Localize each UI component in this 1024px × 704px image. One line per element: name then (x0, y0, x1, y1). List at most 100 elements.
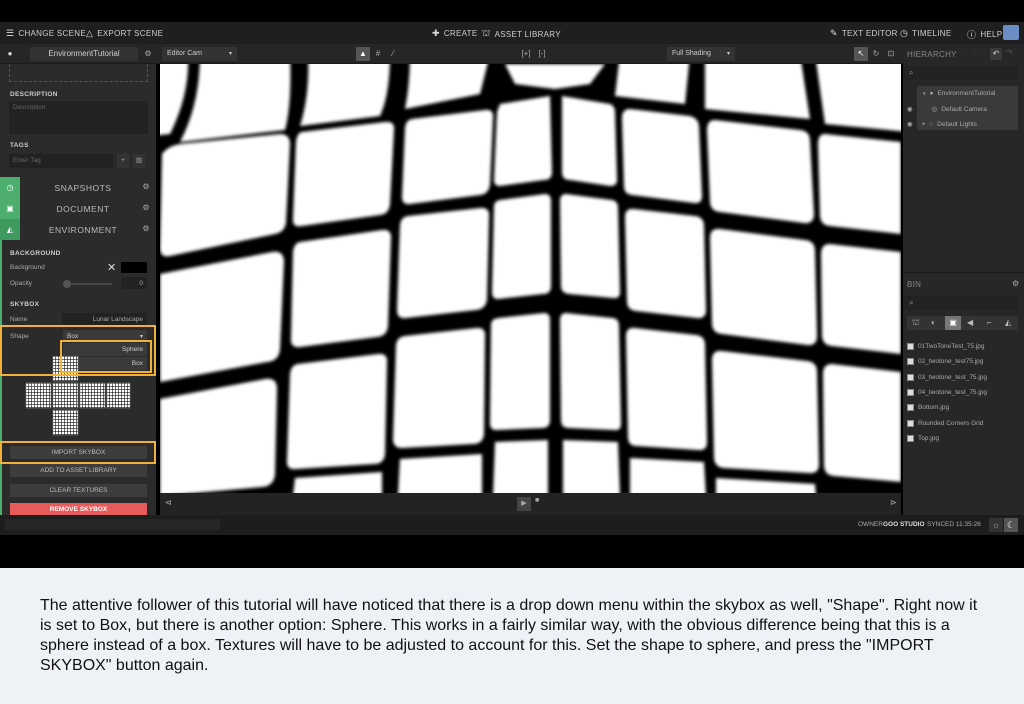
help-icon: ⓘ (967, 30, 977, 40)
rounded-tile (398, 454, 482, 493)
caption-area: The attentive follower of this tutorial … (0, 568, 1024, 704)
skybox-name-input[interactable]: Lunar Landscape (62, 313, 147, 325)
scene-name-field[interactable]: EnvironmentTutorial (30, 47, 138, 61)
bin-file[interactable]: Rounded Corners Grid (907, 420, 983, 427)
hierarchy-search[interactable]: ⌕ (903, 66, 1018, 80)
create-button[interactable]: ✚ CREATE (432, 28, 478, 39)
eye-icon: ◉ (907, 121, 913, 128)
environment-icon[interactable]: ◭ (0, 219, 20, 240)
camera-select[interactable]: Editor Cam ▾ (162, 47, 237, 61)
rounded-tile (823, 364, 901, 482)
texture-filter-icon[interactable]: ▣ (945, 316, 961, 330)
section-environment[interactable]: ENVIRONMENT ⚙ (0, 219, 156, 240)
light-theme-icon[interactable]: ☼ (989, 518, 1003, 532)
rounded-tile (397, 207, 490, 319)
add-to-asset-library-button[interactable]: ADD TO ASSET LIBRARY (10, 464, 147, 477)
rotate-tool-icon[interactable]: ↻ (869, 47, 883, 61)
text-editor-button[interactable]: ✎ TEXT EDITOR (830, 28, 898, 39)
delete-tag-trash-icon[interactable]: ▥ (133, 154, 145, 168)
section-document[interactable]: DOCUMENT ⚙ (0, 198, 156, 219)
bin-settings-gear-icon[interactable]: ⚙ (1012, 279, 1019, 288)
bin-file[interactable]: 03_twotone_test_75.jpg (907, 374, 987, 381)
rounded-tile (286, 353, 388, 470)
gear-icon[interactable]: ⚙ (142, 224, 150, 233)
hierarchy-actions-icon[interactable]: ◌◌◌ (963, 48, 993, 55)
environment-icon[interactable]: ◭ (1005, 318, 1011, 327)
3d-viewport[interactable] (160, 64, 901, 493)
dark-theme-moon-icon[interactable]: ☾ (1004, 518, 1018, 532)
script-icon[interactable]: ⌐ (987, 318, 992, 327)
section-snapshots[interactable]: SNAPSHOTS ⚙ (0, 177, 156, 198)
dropdown-highlight-box (60, 340, 152, 373)
rounded-tile (626, 327, 707, 451)
skybox-label: SKYBOX (10, 301, 40, 308)
bin-file[interactable]: 02_twotone_test75.jpg (907, 358, 983, 365)
opacity-value-input[interactable]: 0 (121, 277, 147, 289)
image-icon[interactable]: ▲ (356, 47, 370, 61)
document-icon[interactable]: ▣ (0, 198, 20, 219)
rounded-tile (492, 194, 551, 299)
undo-icon[interactable]: ↶ (990, 48, 1002, 60)
asset-library-button[interactable]: ⛫ ASSET LIBRARY (482, 28, 561, 40)
change-scene-button[interactable]: ☰ CHANGE SCENE (6, 28, 86, 39)
timeline-button[interactable]: ◷ TIMELINE (900, 28, 951, 39)
skybox-render (160, 64, 901, 493)
scale-tool-icon[interactable]: ⊡ (884, 47, 898, 61)
bin-file[interactable]: Bottom.jpg (907, 404, 949, 411)
tutorial-caption: The attentive follower of this tutorial … (40, 597, 978, 674)
top-menu-bar: ☰ CHANGE SCENE △ EXPORT SCENE ✚ CREATE ⛫… (0, 22, 1024, 44)
add-tag-plus-icon[interactable]: + (117, 154, 129, 168)
chevron-down-icon: ▾ (228, 51, 232, 57)
scene-settings-gear-icon[interactable]: ⚙ (141, 47, 155, 61)
bin-search[interactable]: ⌕ (903, 296, 1018, 310)
console-input[interactable] (5, 519, 220, 530)
gear-icon[interactable]: ⚙ (142, 203, 150, 212)
user-avatar[interactable] (1003, 25, 1019, 40)
rounded-tile (293, 472, 382, 493)
redo-icon[interactable]: ↷ (1006, 48, 1013, 57)
background-field-label: Background (10, 264, 45, 271)
tree-item-camera[interactable]: ◉ ◎ Default Camera (907, 105, 987, 114)
bin-file[interactable]: 04_twotone_test_75.jpg (907, 389, 987, 396)
background-color-swatch[interactable] (121, 262, 147, 273)
image-file-icon (907, 435, 914, 442)
fullscreen-icon[interactable]: ⊳ (890, 498, 897, 507)
gear-icon[interactable]: ⚙ (142, 182, 150, 191)
clear-color-x-icon[interactable]: ✕ (107, 261, 116, 274)
shading-select[interactable]: Full Shading ▾ (667, 47, 735, 61)
image-file-icon (907, 374, 914, 381)
material-icon[interactable]: ◐ (931, 318, 936, 327)
hierarchy-title: HIERARCHY (907, 50, 957, 59)
rounded-tile (300, 64, 390, 126)
description-input[interactable]: Description (9, 101, 148, 134)
rounded-tile (494, 96, 552, 186)
magic-wand-icon[interactable]: ⁄ (386, 47, 400, 61)
fit-view-icon[interactable]: [+] (519, 47, 533, 61)
bin-file[interactable]: 01TwoToneTest_75.jpg (907, 343, 985, 350)
rounded-tile (505, 64, 605, 89)
owner-value: GOO STUDIO (883, 521, 925, 528)
exit-fullscreen-icon[interactable]: ⊲ (165, 498, 172, 507)
chevron-down-icon: ▾ (726, 51, 730, 57)
active-section-indicator (0, 240, 2, 516)
opacity-slider-handle[interactable] (63, 280, 71, 288)
rounded-tile (160, 64, 189, 135)
help-button[interactable]: ⓘ HELP (967, 28, 1002, 41)
frame-icon[interactable]: [-] (535, 47, 549, 61)
tree-item-scene[interactable]: ▾ ● EnvironmentTutorial (923, 90, 995, 97)
drop-zone[interactable] (9, 64, 148, 82)
stop-icon[interactable]: ■ (535, 497, 539, 504)
rounded-tile (160, 251, 284, 382)
globe-icon[interactable]: ● (3, 47, 17, 61)
sound-icon[interactable]: ◀ (967, 318, 973, 327)
grid-icon[interactable]: # (371, 47, 385, 61)
clear-textures-button[interactable]: CLEAR TEXTURES (10, 484, 147, 497)
move-tool-icon[interactable]: ↖ (854, 47, 868, 61)
bin-file[interactable]: Top.jpg (907, 435, 939, 442)
library-icon[interactable]: ⛫ (912, 318, 919, 328)
snapshot-clock-icon[interactable]: ◷ (0, 177, 20, 198)
tag-input[interactable]: Enter Tag (9, 154, 113, 168)
tree-item-lights[interactable]: ◉ ▸ ○ Default Lights (907, 120, 977, 129)
play-icon[interactable]: ▶ (517, 497, 531, 511)
export-scene-button[interactable]: △ EXPORT SCENE (86, 28, 163, 39)
